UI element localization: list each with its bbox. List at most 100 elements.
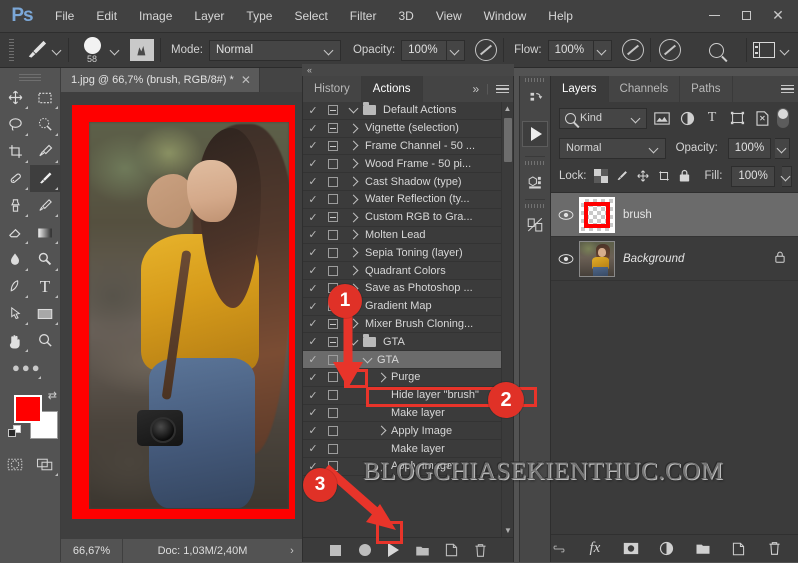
action-enabled-checkmark-icon[interactable]: ✓ bbox=[303, 228, 323, 241]
blend-mode-select[interactable]: Normal bbox=[208, 39, 341, 61]
layer-thumbnail[interactable] bbox=[579, 240, 615, 277]
airbrush-icon[interactable] bbox=[621, 39, 644, 61]
action-row[interactable]: ✓ Vignette (selection) bbox=[303, 120, 513, 138]
twirl-right-icon[interactable] bbox=[343, 176, 363, 187]
action-dialog-toggle-icon[interactable] bbox=[323, 176, 343, 187]
opacity-stepper[interactable] bbox=[447, 39, 466, 61]
minimize-button[interactable] bbox=[698, 3, 730, 27]
action-enabled-checkmark-icon[interactable]: ✓ bbox=[303, 139, 323, 152]
tab-history[interactable]: History bbox=[303, 76, 362, 102]
action-dialog-toggle-icon[interactable] bbox=[323, 105, 343, 116]
adjustment-filter-icon[interactable] bbox=[677, 109, 697, 127]
action-enabled-checkmark-icon[interactable]: ✓ bbox=[303, 442, 323, 455]
panel-menu-icon[interactable] bbox=[781, 84, 794, 94]
action-row[interactable]: ✓ Cast Shadow (type) bbox=[303, 173, 513, 191]
fill-input[interactable]: 100% bbox=[731, 165, 775, 187]
brush-preset-chevron-down-icon[interactable] bbox=[53, 46, 62, 55]
action-enabled-checkmark-icon[interactable]: ✓ bbox=[303, 317, 323, 330]
action-enabled-checkmark-icon[interactable]: ✓ bbox=[303, 157, 323, 170]
action-enabled-checkmark-icon[interactable]: ✓ bbox=[303, 264, 323, 277]
twirl-down-icon[interactable] bbox=[343, 103, 363, 115]
brush-preset-picker-icon[interactable] bbox=[130, 39, 154, 61]
edit-toolbar-icon[interactable]: ●●● bbox=[0, 354, 61, 381]
brush-tool[interactable] bbox=[30, 165, 60, 192]
action-enabled-checkmark-icon[interactable]: ✓ bbox=[303, 193, 323, 206]
twirl-right-icon[interactable] bbox=[343, 141, 363, 151]
menu-filter[interactable]: Filter bbox=[339, 0, 388, 33]
menu-type[interactable]: Type bbox=[235, 0, 283, 33]
action-row[interactable]: ✓ Wood Frame - 50 pi... bbox=[303, 155, 513, 174]
action-dialog-toggle-icon[interactable] bbox=[323, 229, 343, 240]
brush-tool-icon[interactable] bbox=[24, 37, 50, 63]
twirl-right-icon[interactable] bbox=[343, 265, 363, 276]
action-enabled-checkmark-icon[interactable]: ✓ bbox=[303, 122, 323, 135]
action-dialog-toggle-icon[interactable] bbox=[323, 443, 343, 454]
strip-grip[interactable] bbox=[520, 202, 550, 209]
zoom-level[interactable]: 66,67% bbox=[61, 538, 123, 563]
twirl-right-icon[interactable] bbox=[343, 194, 363, 205]
menu-3d[interactable]: 3D bbox=[387, 0, 424, 33]
action-dialog-toggle-icon[interactable] bbox=[323, 123, 343, 134]
pen-tool[interactable] bbox=[0, 273, 30, 300]
crop-tool[interactable] bbox=[0, 138, 30, 165]
action-dialog-toggle-icon[interactable] bbox=[323, 265, 343, 276]
type-filter-icon[interactable]: T bbox=[702, 109, 722, 127]
action-row[interactable]: ✓ Custom RGB to Gra... bbox=[303, 209, 513, 227]
twirl-right-icon[interactable] bbox=[371, 372, 391, 383]
history-brush-tool[interactable] bbox=[30, 192, 60, 219]
chevron-double-right-icon[interactable]: » bbox=[472, 82, 479, 96]
properties-strip-icon[interactable] bbox=[520, 209, 550, 240]
layer-name-background[interactable]: Background bbox=[623, 253, 774, 265]
action-enabled-checkmark-icon[interactable]: ✓ bbox=[303, 353, 323, 366]
status-chevron-right-icon[interactable]: › bbox=[282, 545, 302, 557]
new-group-button[interactable] bbox=[695, 541, 711, 557]
action-enabled-checkmark-icon[interactable]: ✓ bbox=[303, 371, 323, 384]
menu-select[interactable]: Select bbox=[283, 0, 338, 33]
lock-all-icon[interactable] bbox=[678, 169, 691, 184]
action-enabled-checkmark-icon[interactable]: ✓ bbox=[303, 335, 323, 348]
actions-play-strip-icon[interactable] bbox=[520, 114, 550, 154]
action-dialog-toggle-icon[interactable] bbox=[323, 247, 343, 258]
action-dialog-toggle-icon[interactable] bbox=[323, 212, 343, 223]
scrollbar-thumb[interactable] bbox=[504, 118, 512, 162]
options-bar-grip[interactable] bbox=[4, 39, 18, 61]
twirl-right-icon[interactable] bbox=[343, 230, 363, 240]
delete-layer-button[interactable] bbox=[766, 541, 782, 557]
twirl-right-icon[interactable] bbox=[371, 425, 391, 436]
quick-mask-icon[interactable] bbox=[0, 451, 30, 478]
create-new-action-button[interactable] bbox=[444, 542, 460, 558]
action-row[interactable]: ✓ Make layer bbox=[303, 440, 513, 458]
brush-size-preview[interactable]: 58 bbox=[75, 36, 109, 64]
screen-mode-icon[interactable] bbox=[30, 451, 60, 478]
twirl-right-icon[interactable] bbox=[343, 212, 363, 223]
horizontal-type-tool[interactable]: T bbox=[30, 273, 60, 300]
workspace-switcher-icon[interactable] bbox=[753, 42, 775, 58]
history-strip-icon[interactable] bbox=[520, 83, 550, 114]
lock-transparent-pixels-icon[interactable] bbox=[593, 169, 608, 184]
workspace-chevron-down-icon[interactable] bbox=[781, 46, 790, 55]
strip-grip[interactable] bbox=[520, 159, 550, 166]
action-row[interactable]: ✓ Sepia Toning (layer) bbox=[303, 244, 513, 263]
action-enabled-checkmark-icon[interactable]: ✓ bbox=[303, 282, 323, 295]
spot-healing-brush-tool[interactable] bbox=[0, 165, 30, 192]
action-dialog-toggle-icon[interactable] bbox=[323, 140, 343, 151]
blur-tool[interactable] bbox=[0, 246, 30, 273]
twirl-right-icon[interactable] bbox=[343, 123, 363, 134]
fill-stepper[interactable] bbox=[781, 165, 792, 187]
brush-panel-chevron-down-icon[interactable] bbox=[111, 46, 120, 55]
twirl-right-icon[interactable] bbox=[343, 247, 363, 258]
action-row[interactable]: ✓ Quadrant Colors bbox=[303, 262, 513, 280]
lasso-tool[interactable] bbox=[0, 111, 30, 138]
new-adjustment-layer-button[interactable] bbox=[659, 541, 675, 557]
action-enabled-checkmark-icon[interactable]: ✓ bbox=[303, 211, 323, 224]
tools-panel-grip[interactable] bbox=[0, 72, 60, 84]
action-dialog-toggle-icon[interactable] bbox=[323, 194, 343, 205]
menu-view[interactable]: View bbox=[425, 0, 473, 33]
action-enabled-checkmark-icon[interactable]: ✓ bbox=[303, 246, 323, 259]
scroll-up-icon[interactable]: ▲ bbox=[502, 102, 513, 115]
smart-object-filter-icon[interactable] bbox=[752, 109, 772, 127]
menu-image[interactable]: Image bbox=[128, 0, 183, 33]
action-dialog-toggle-icon[interactable] bbox=[323, 407, 343, 418]
flow-input[interactable]: 100% bbox=[547, 39, 594, 61]
swap-colors-icon[interactable]: ⇄ bbox=[48, 389, 57, 402]
